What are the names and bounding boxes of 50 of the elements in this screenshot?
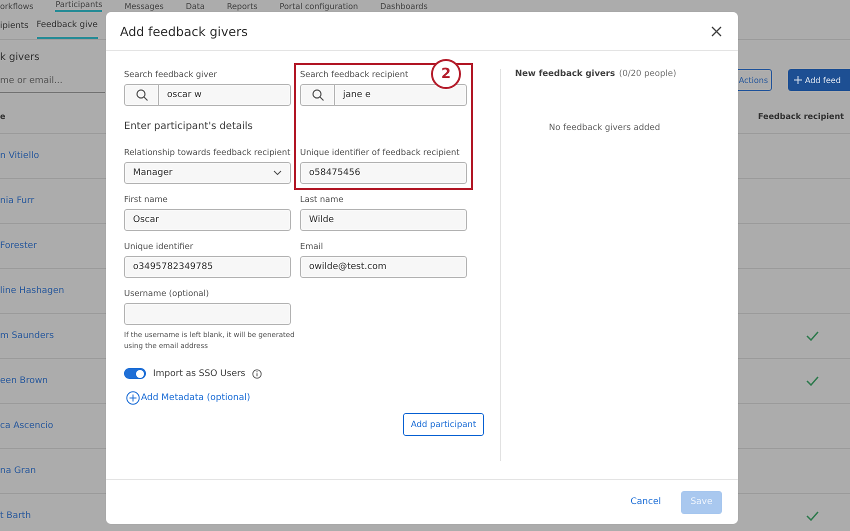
field-label: First name — [124, 194, 168, 204]
participant-name-link[interactable]: t Barth — [0, 511, 32, 521]
participant-name-link[interactable]: Forester — [0, 241, 37, 251]
sub-tab[interactable]: Feedback give — [36, 12, 98, 39]
sub-tab[interactable]: ipients — [0, 12, 28, 39]
nav-tab[interactable]: Portal configuration — [280, 2, 358, 12]
participant-name-link[interactable]: n Vitiello — [0, 151, 40, 161]
text-field[interactable]: owilde@test.com — [300, 256, 467, 278]
add-metadata-link[interactable]: Add Metadata (optional) — [141, 393, 250, 403]
field-label: Unique identifier of feedback recipient — [300, 147, 460, 157]
text-field[interactable]: o58475456 — [300, 162, 467, 184]
field-label: Search feedback giver — [124, 69, 217, 79]
text-field[interactable]: Wilde — [300, 209, 467, 231]
participant-name-link[interactable]: nia Furr — [0, 196, 34, 206]
participant-name-link[interactable]: een Brown — [0, 376, 48, 386]
nav-tab[interactable]: Messages — [124, 2, 164, 12]
search-field[interactable]: jane e — [300, 84, 467, 106]
add-button[interactable]: Add feed — [788, 69, 850, 91]
nav-tab[interactable]: Dashboards — [380, 2, 428, 12]
participant-name-link[interactable]: ca Ascencio — [0, 421, 54, 431]
text-field[interactable]: Oscar — [124, 209, 291, 231]
step-number-badge: 2 — [431, 59, 461, 89]
relationship-dropdown[interactable]: Manager — [124, 162, 291, 184]
empty-message: No feedback givers added — [548, 123, 660, 133]
nav-tab[interactable]: Reports — [226, 2, 258, 12]
participant-name-link[interactable]: line Hashagen — [0, 286, 64, 296]
cancel-button[interactable]: Cancel — [624, 497, 667, 507]
field-label: Last name — [300, 194, 344, 204]
toggle-label: Import as SSO Users — [153, 368, 246, 378]
nav-tab[interactable]: orkflows — [0, 2, 34, 12]
dialog-title: Add feedback givers — [120, 24, 248, 38]
column-header: Feedback recipient — [758, 112, 845, 120]
people-count: (0/20 people) — [619, 69, 676, 79]
section-title: k givers — [0, 52, 40, 63]
participant-name-link[interactable]: m Saunders — [0, 331, 54, 341]
field-label: Relationship towards feedback recipient — [124, 147, 290, 157]
column-header: e — [0, 112, 6, 120]
field-label: Username (optional) — [124, 288, 210, 298]
search-field[interactable]: me or email... — [0, 69, 105, 93]
text-field[interactable]: o3495782349785 — [124, 256, 291, 278]
field-label: Search feedback recipient — [300, 69, 408, 79]
nav-tab[interactable]: Data — [186, 2, 205, 12]
participant-name-link[interactable]: na Gran — [0, 466, 36, 476]
add-participant-button[interactable]: Add participant — [403, 413, 484, 436]
nav-tab[interactable]: Participants — [55, 0, 102, 12]
search-field[interactable]: oscar w — [124, 84, 291, 106]
field-label: Unique identifier — [124, 241, 194, 251]
panel-title: New feedback givers — [515, 69, 616, 79]
section-title: Enter participant's details — [124, 120, 254, 134]
field-label: Email — [300, 241, 324, 251]
